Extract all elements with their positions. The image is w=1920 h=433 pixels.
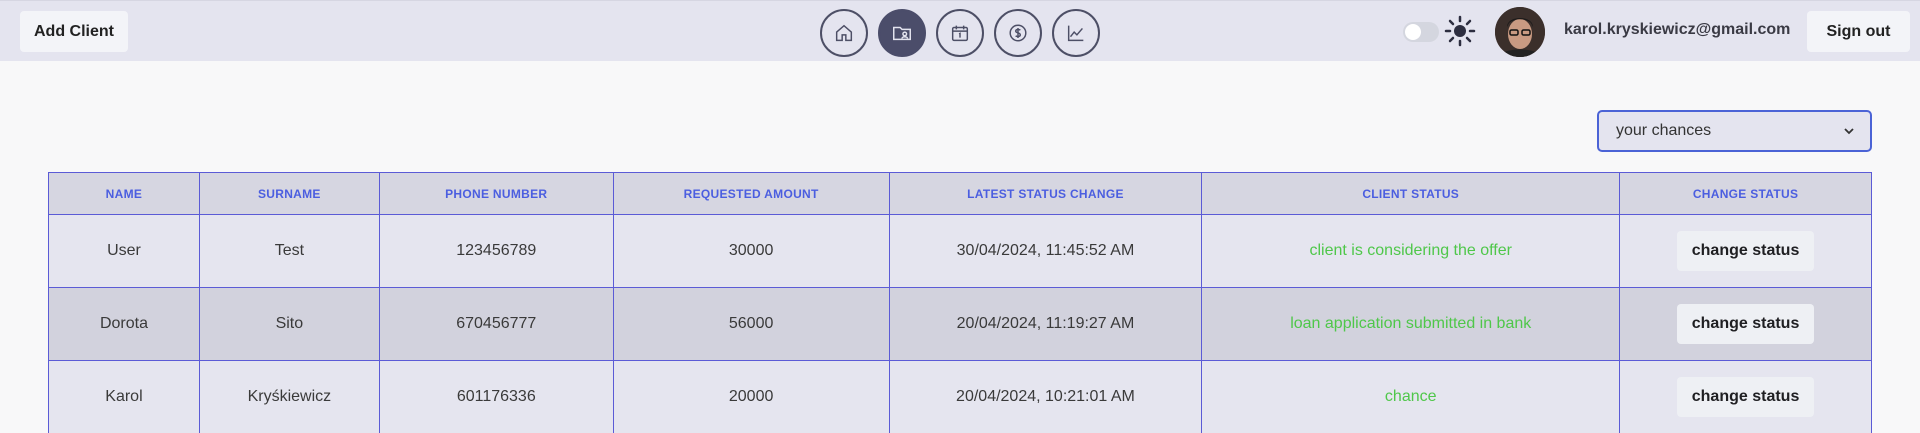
calendar-icon [951,25,969,42]
cell-name: Dorota [48,287,200,361]
sign-out-button[interactable]: Sign out [1807,11,1910,52]
home-icon [835,24,853,42]
cell-phone: 670456777 [378,287,614,361]
table-row: Dorota Sito 670456777 56000 20/04/2024, … [48,287,1872,361]
header-client-status: CLIENT STATUS [1201,172,1621,215]
cell-change-status: change status [1619,360,1872,433]
cell-name: User [48,214,200,288]
table-row: Karol Kryśkiewicz 601176336 20000 20/04/… [48,360,1872,433]
nav-home-button[interactable] [820,9,868,57]
header-name: NAME [48,172,200,215]
nav-calendar-button[interactable] [936,9,984,57]
change-status-button[interactable]: change status [1676,304,1815,344]
top-bar: Add Client karol.kryskiewicz@gmail.com S… [0,0,1920,61]
table-header-row: NAME SURNAME PHONE NUMBER REQUESTED AMOU… [48,172,1872,215]
chevron-down-icon [1844,128,1854,135]
cell-change-status: change status [1619,214,1872,288]
cell-latest-change: 20/04/2024, 10:21:01 AM [888,360,1203,433]
cell-latest-change: 20/04/2024, 11:19:27 AM [888,287,1203,361]
change-status-button[interactable]: change status [1676,377,1815,417]
folder-user-icon [893,26,911,41]
cell-surname: Kryśkiewicz [198,360,380,433]
clients-table: NAME SURNAME PHONE NUMBER REQUESTED AMOU… [48,172,1872,433]
theme-toggle[interactable] [1403,22,1439,42]
cell-amount: 20000 [612,360,890,433]
header-phone: PHONE NUMBER [378,172,614,215]
nav-clients-button[interactable] [878,9,926,57]
cell-amount: 56000 [612,287,890,361]
change-status-button[interactable]: change status [1676,231,1815,271]
cell-latest-change: 30/04/2024, 11:45:52 AM [888,214,1203,288]
cell-phone: 601176336 [378,360,614,433]
add-client-button[interactable]: Add Client [20,11,128,52]
cell-change-status: change status [1619,287,1872,361]
avatar-image [1495,7,1545,57]
status-filter-value: your chances [1616,122,1712,139]
status-filter-select[interactable]: your chances [1597,110,1872,152]
cell-surname: Test [198,214,380,288]
header-surname: SURNAME [198,172,380,215]
cell-client-status: client is considering the offer [1201,214,1621,288]
header-latest-status-change: LATEST STATUS CHANGE [888,172,1203,215]
nav-stats-button[interactable] [1052,9,1100,57]
header-amount: REQUESTED AMOUNT [612,172,890,215]
avatar[interactable] [1495,7,1545,57]
dollar-icon [1009,24,1027,42]
sun-icon [1444,15,1476,47]
cell-name: Karol [48,360,200,433]
cell-amount: 30000 [612,214,890,288]
nav-finance-button[interactable] [994,9,1042,57]
cell-phone: 123456789 [378,214,614,288]
user-email: karol.kryskiewicz@gmail.com [1564,21,1791,38]
cell-surname: Sito [198,287,380,361]
table-row: User Test 123456789 30000 30/04/2024, 11… [48,214,1872,288]
chart-line-icon [1067,25,1084,42]
header-change-status: CHANGE STATUS [1619,172,1872,215]
cell-client-status: loan application submitted in bank [1201,287,1621,361]
cell-client-status: chance [1201,360,1621,433]
